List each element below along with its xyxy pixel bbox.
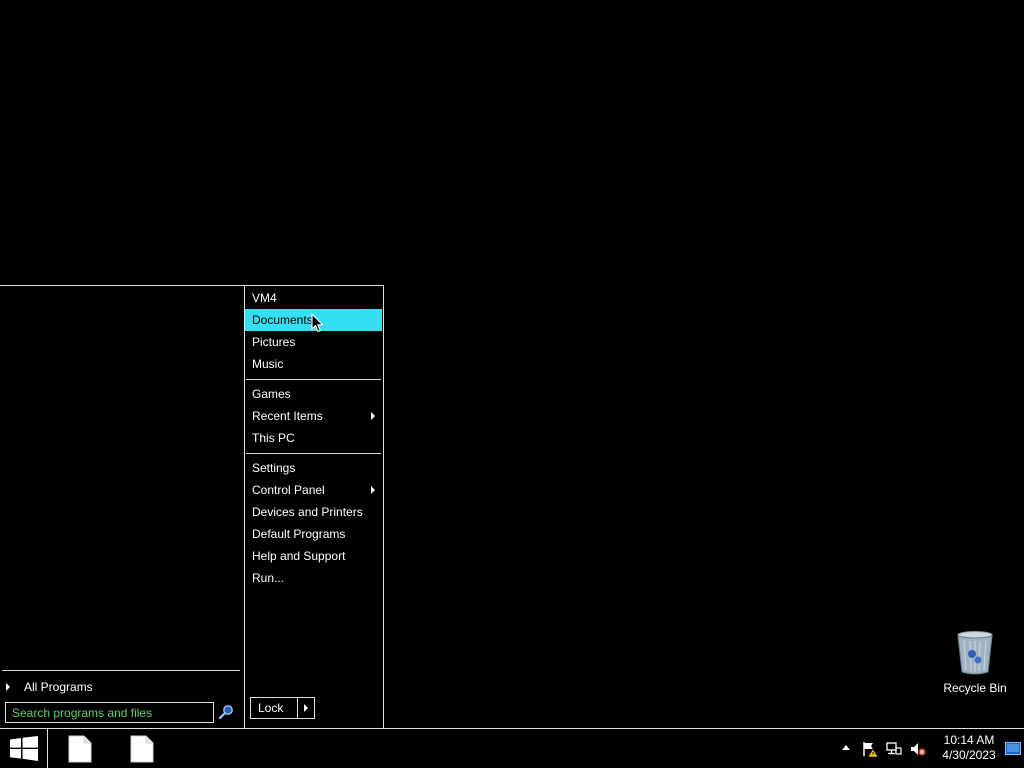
- document-icon[interactable]: [130, 735, 154, 763]
- menu-separator: [246, 379, 381, 380]
- menu-item-label: Settings: [252, 461, 296, 475]
- menu-item-label: Games: [252, 387, 291, 401]
- taskbar-clock[interactable]: 10:14 AM 4/30/2023: [937, 733, 1001, 763]
- search-input[interactable]: [5, 702, 214, 723]
- mouse-pointer-icon: [311, 313, 324, 333]
- menu-item-recent-items[interactable]: Recent Items: [245, 405, 382, 427]
- menu-item-run[interactable]: Run...: [245, 567, 382, 589]
- show-hidden-icons-button[interactable]: [842, 745, 850, 750]
- recycle-bin-icon: [957, 631, 993, 675]
- menu-item-label: Pictures: [252, 335, 296, 349]
- all-programs-button[interactable]: All Programs: [4, 678, 93, 696]
- menu-item-label: This PC: [252, 431, 295, 445]
- lock-button-group: Lock: [250, 697, 315, 719]
- start-button[interactable]: [0, 729, 48, 768]
- clock-time: 10:14 AM: [943, 733, 995, 747]
- volume-muted-icon[interactable]: [910, 741, 926, 757]
- recycle-bin-label: Recycle Bin: [943, 681, 1007, 695]
- menu-item-label: Control Panel: [252, 483, 325, 497]
- clock-date: 4/30/2023: [942, 748, 996, 762]
- network-icon[interactable]: [886, 741, 902, 757]
- windows-logo-icon: [10, 736, 38, 761]
- start-menu-left-pane: All Programs: [0, 286, 244, 728]
- menu-item-label: Run...: [252, 571, 285, 585]
- taskbar: 10:14 AM 4/30/2023: [0, 728, 1024, 768]
- menu-item-devices-and-printers[interactable]: Devices and Printers: [245, 501, 382, 523]
- search-icon[interactable]: [218, 704, 234, 720]
- recycle-bin[interactable]: Recycle Bin: [938, 630, 1012, 700]
- menu-item-label: Default Programs: [252, 527, 346, 541]
- submenu-arrow-icon: [371, 486, 375, 494]
- all-programs-label: All Programs: [24, 680, 93, 694]
- menu-item-label: VM4: [252, 291, 277, 305]
- menu-item-label: Devices and Printers: [252, 505, 363, 519]
- shutdown-options-button[interactable]: [298, 697, 315, 719]
- chevron-right-icon: [304, 704, 308, 712]
- start-menu-right-pane: VM4 Documents Pictures Music Games Recen…: [244, 286, 383, 728]
- lock-button[interactable]: Lock: [250, 697, 298, 719]
- menu-item-settings[interactable]: Settings: [245, 457, 382, 479]
- menu-item-control-panel[interactable]: Control Panel: [245, 479, 382, 501]
- menu-item-games[interactable]: Games: [245, 383, 382, 405]
- action-center-flag-icon[interactable]: [862, 741, 878, 757]
- menu-item-label: Music: [252, 357, 284, 371]
- menu-item-vm4[interactable]: VM4: [245, 287, 382, 309]
- menu-item-music[interactable]: Music: [245, 353, 382, 375]
- menu-item-label: Help and Support: [252, 549, 346, 563]
- left-pane-divider: [2, 670, 240, 671]
- submenu-arrow-icon: [371, 412, 375, 420]
- menu-separator: [246, 453, 381, 454]
- menu-item-pictures[interactable]: Pictures: [245, 331, 382, 353]
- menu-item-label: Recent Items: [252, 409, 323, 423]
- start-menu: All Programs VM4 Documents Pictures Musi…: [0, 285, 384, 728]
- menu-item-default-programs[interactable]: Default Programs: [245, 523, 382, 545]
- menu-item-help-and-support[interactable]: Help and Support: [245, 545, 382, 567]
- document-icon[interactable]: [68, 735, 92, 763]
- menu-item-this-pc[interactable]: This PC: [245, 427, 382, 449]
- show-desktop-icon[interactable]: [1005, 742, 1021, 755]
- menu-item-label: Documents: [252, 313, 313, 327]
- expand-arrow-icon: [6, 683, 10, 691]
